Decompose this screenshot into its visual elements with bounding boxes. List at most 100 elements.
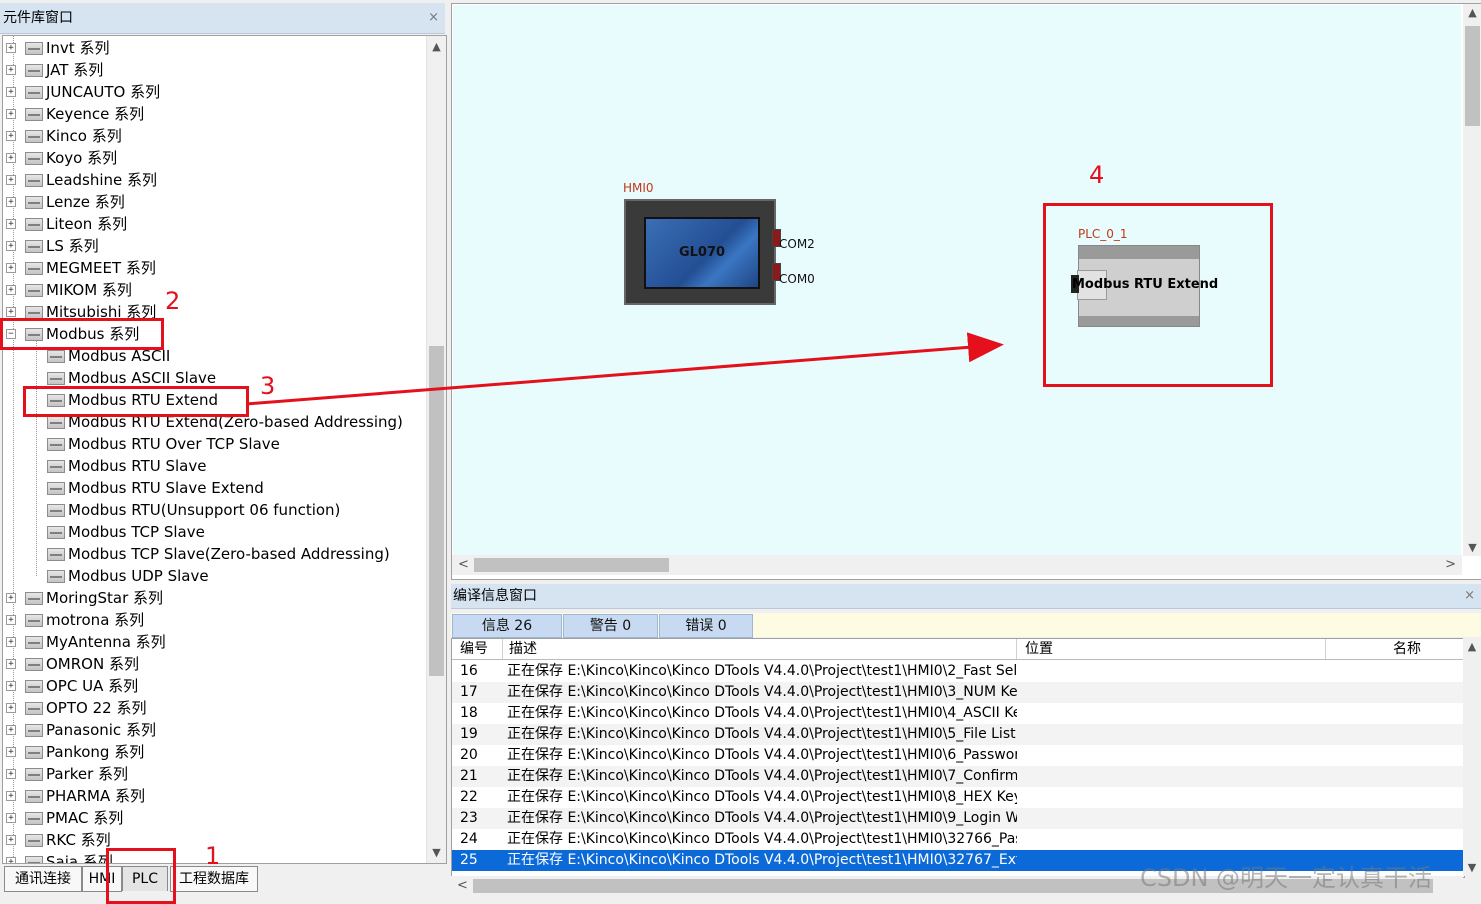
device-icon [25, 130, 43, 143]
expand-icon[interactable]: + [6, 703, 16, 713]
output-scroll-down-icon[interactable]: ▼ [1463, 861, 1481, 874]
output-row-num: 23 [460, 810, 478, 826]
annotation-number-3: 3 [260, 372, 276, 400]
canvas-scroll-down-icon[interactable]: ▼ [1463, 541, 1481, 554]
output-row[interactable]: 18 正在保存 E:\Kinco\Kinco\Kinco DTools V4.4.… [452, 703, 1464, 724]
output-close-icon[interactable]: × [1462, 584, 1475, 608]
output-row[interactable]: 19 正在保存 E:\Kinco\Kinco\Kinco DTools V4.4.… [452, 724, 1464, 745]
expand-icon[interactable]: + [6, 175, 16, 185]
tree-item-label: Modbus RTU Slave Extend [68, 479, 264, 497]
device-icon [25, 218, 43, 231]
canvas-scroll-left-icon[interactable]: < [458, 557, 469, 572]
device-icon [25, 262, 43, 275]
output-row[interactable]: 24 正在保存 E:\Kinco\Kinco\Kinco DTools V4.4.… [452, 829, 1464, 850]
expand-icon[interactable]: + [6, 615, 16, 625]
expand-icon[interactable]: + [6, 219, 16, 229]
expand-icon[interactable]: + [6, 813, 16, 823]
tree-item-label: Kinco 系列 [46, 127, 122, 145]
expand-icon[interactable]: + [6, 593, 16, 603]
column-position[interactable]: 位置 [1017, 639, 1326, 659]
canvas-vscroll-thumb[interactable] [1465, 26, 1480, 126]
expand-icon[interactable]: + [6, 131, 16, 141]
expand-icon[interactable]: + [6, 637, 16, 647]
library-tabs: 通讯连接 HMI PLC 工程数据库 [2, 863, 445, 892]
output-row[interactable]: 22 正在保存 E:\Kinco\Kinco\Kinco DTools V4.4.… [452, 787, 1464, 808]
annotation-box-1 [106, 848, 176, 904]
expand-icon[interactable]: + [6, 659, 16, 669]
output-row-num: 21 [460, 768, 478, 784]
device-icon [25, 174, 43, 187]
output-row[interactable]: 16 正在保存 E:\Kinco\Kinco\Kinco DTools V4.4.… [452, 661, 1464, 682]
column-name[interactable]: 名称 [1326, 639, 1464, 659]
tree-item-label: OPTO 22 系列 [46, 699, 147, 717]
output-scroll-up-icon[interactable]: ▲ [1463, 640, 1481, 653]
expand-icon[interactable]: + [6, 769, 16, 779]
annotation-number-4: 4 [1089, 161, 1105, 189]
expand-icon[interactable]: + [6, 791, 16, 801]
output-row-desc: 正在保存 E:\Kinco\Kinco\Kinco DTools V4.4.0\… [507, 684, 1017, 700]
hmi-model-label: GL070 [678, 245, 726, 260]
output-vertical-scrollbar[interactable]: ▲ ▼ [1463, 638, 1481, 876]
output-row[interactable]: 17 正在保存 E:\Kinco\Kinco\Kinco DTools V4.4.… [452, 682, 1464, 703]
expand-icon[interactable]: + [6, 263, 16, 273]
column-num[interactable]: 编号 [452, 639, 503, 659]
library-scroll-thumb[interactable] [429, 346, 444, 676]
device-icon [25, 834, 43, 847]
com0-label: COM0 [779, 272, 815, 286]
expand-icon[interactable]: + [6, 65, 16, 75]
expand-icon[interactable]: + [6, 109, 16, 119]
device-icon [25, 42, 43, 55]
library-close-icon[interactable]: × [425, 3, 439, 33]
tree-item-label: Modbus UDP Slave [68, 567, 209, 585]
tab-comm[interactable]: 通讯连接 [4, 866, 82, 892]
library-scrollbar[interactable]: ▲ ▼ [426, 36, 446, 863]
output-row-desc: 正在保存 E:\Kinco\Kinco\Kinco DTools V4.4.0\… [507, 726, 1017, 742]
output-table: 编号 描述 位置 名称 16 正在保存 E:\Kinco\Kinco\Kinco … [451, 638, 1465, 878]
tree-item-label: PHARMA 系列 [46, 787, 145, 805]
canvas-vertical-scrollbar[interactable]: ▲ ▼ [1463, 4, 1481, 556]
library-title-bar: 元件库窗口 × [0, 3, 445, 34]
tree-item-label: Koyo 系列 [46, 149, 118, 167]
canvas-scroll-right-icon[interactable]: > [1445, 557, 1456, 572]
canvas-horizontal-scrollbar[interactable]: < > [452, 555, 1462, 575]
output-row-desc: 正在保存 E:\Kinco\Kinco\Kinco DTools V4.4.0\… [507, 747, 1017, 763]
expand-icon[interactable]: + [6, 241, 16, 251]
tab-info[interactable]: 信息 26 [452, 614, 562, 638]
device-icon [25, 768, 43, 781]
canvas-scroll-up-icon[interactable]: ▲ [1463, 6, 1481, 19]
tree-item-label: Invt 系列 [46, 39, 110, 57]
tree-item-label: Lenze 系列 [46, 193, 125, 211]
expand-icon[interactable]: + [6, 747, 16, 757]
canvas-hscroll-thumb[interactable] [474, 558, 669, 572]
device-icon [25, 64, 43, 77]
scroll-down-icon[interactable]: ▼ [427, 846, 446, 859]
output-row[interactable]: 21 正在保存 E:\Kinco\Kinco\Kinco DTools V4.4.… [452, 766, 1464, 787]
expand-icon[interactable]: + [6, 307, 16, 317]
expand-icon[interactable]: + [6, 725, 16, 735]
expand-icon[interactable]: + [6, 835, 16, 845]
scroll-up-icon[interactable]: ▲ [427, 40, 446, 53]
device-icon [25, 812, 43, 825]
output-row-num: 25 [460, 852, 478, 868]
tree-item-label: OPC UA 系列 [46, 677, 139, 695]
tree-item-label: Pankong 系列 [46, 743, 145, 761]
expand-icon[interactable]: + [6, 681, 16, 691]
device-icon [25, 86, 43, 99]
annotation-number-2: 2 [165, 287, 181, 315]
expand-icon[interactable]: + [6, 43, 16, 53]
expand-icon[interactable]: + [6, 197, 16, 207]
tab-error[interactable]: 错误 0 [659, 614, 753, 638]
expand-icon[interactable]: + [6, 87, 16, 97]
expand-icon[interactable]: + [6, 285, 16, 295]
column-desc[interactable]: 描述 [503, 639, 1017, 659]
output-row[interactable]: 23 正在保存 E:\Kinco\Kinco\Kinco DTools V4.4.… [452, 808, 1464, 829]
design-canvas[interactable]: HMI0 GL070 COM2 COM0 PLC_0_1 Modbus RTU … [453, 5, 1461, 555]
expand-icon[interactable]: + [6, 153, 16, 163]
output-scroll-left-icon[interactable]: < [457, 878, 468, 893]
tab-warning[interactable]: 警告 0 [563, 614, 658, 638]
output-row[interactable]: 20 正在保存 E:\Kinco\Kinco\Kinco DTools V4.4.… [452, 745, 1464, 766]
device-icon [25, 152, 43, 165]
hmi-device[interactable]: GL070 [624, 199, 776, 305]
tree-item-label: LS 系列 [46, 237, 99, 255]
tree-item-label: MIKOM 系列 [46, 281, 132, 299]
